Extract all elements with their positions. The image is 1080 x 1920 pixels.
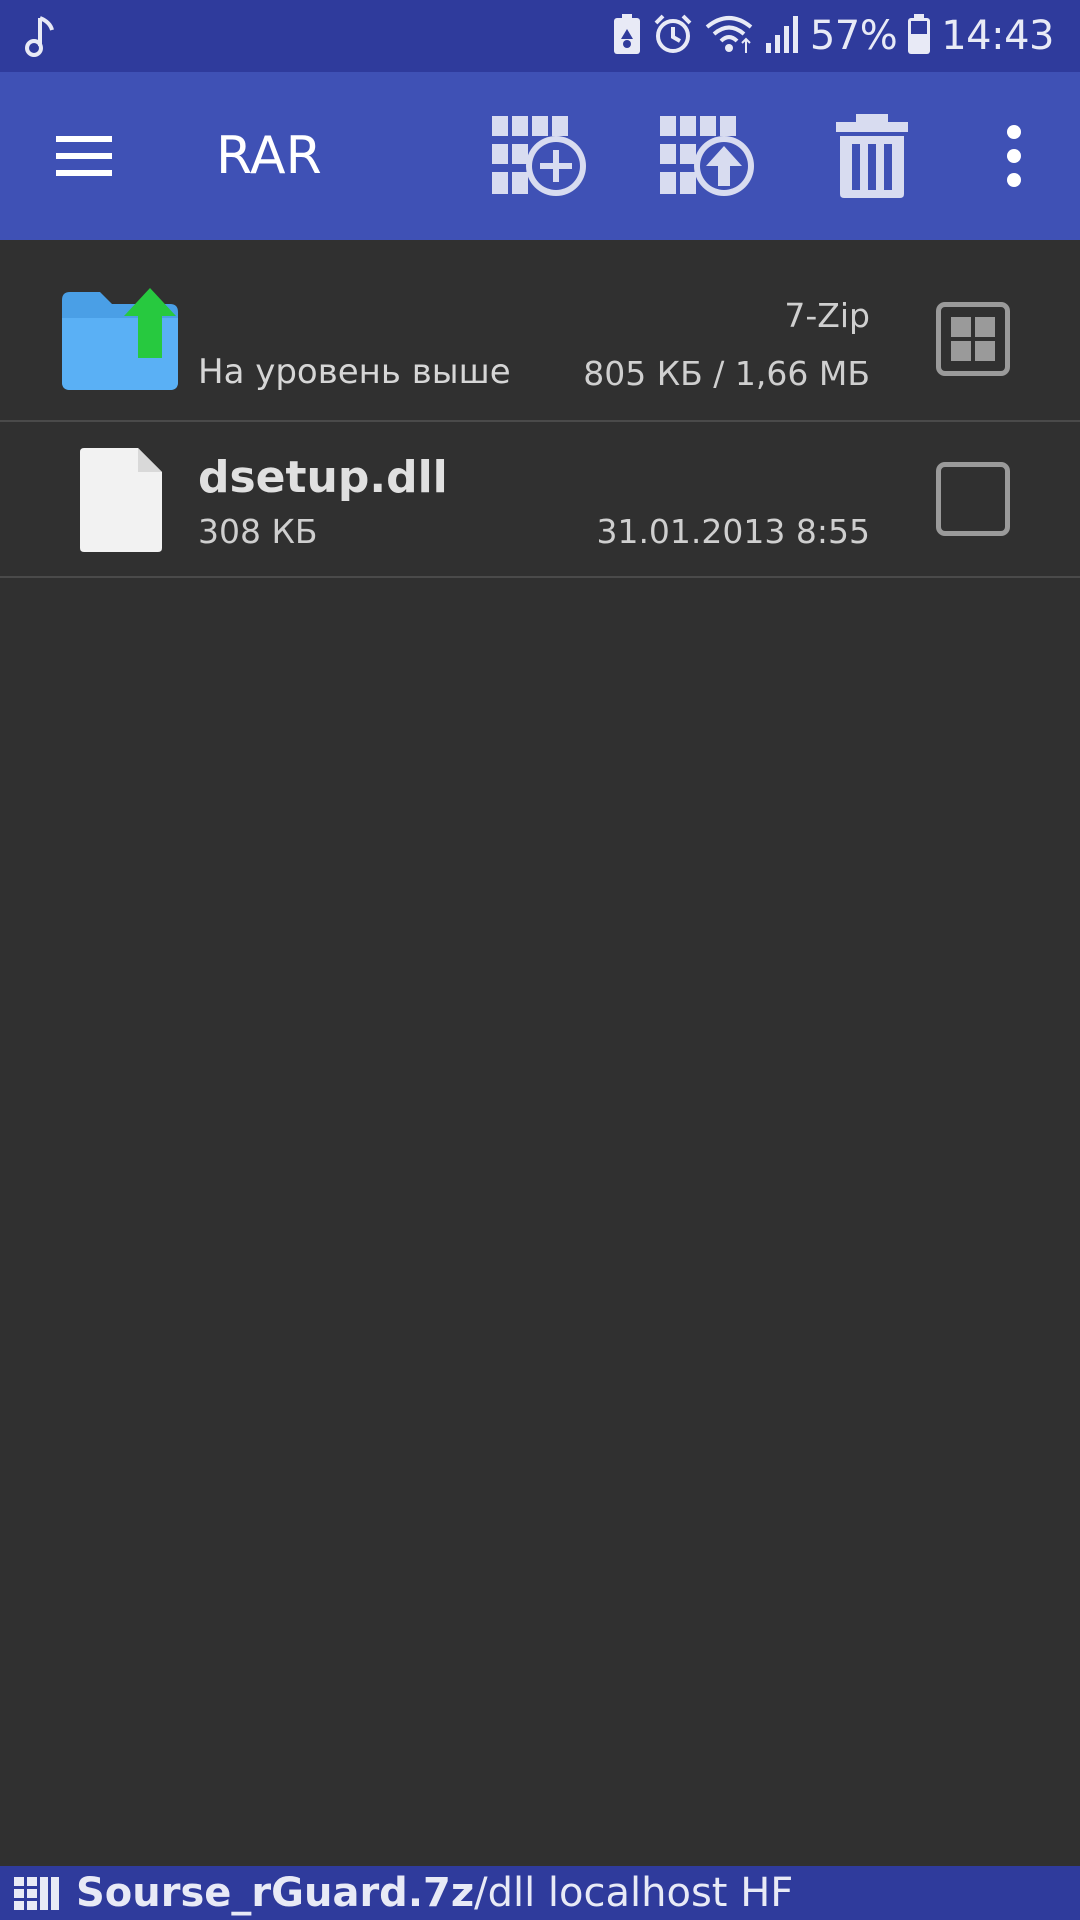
page-title: RAR — [216, 126, 322, 186]
delete-icon[interactable] — [832, 114, 912, 198]
battery-saver-icon — [612, 13, 642, 59]
clock: 14:43 — [941, 13, 1054, 59]
archive-icon — [14, 1873, 60, 1913]
battery-percent: 57% — [809, 13, 898, 59]
wifi-icon — [704, 13, 754, 59]
select-all-button[interactable] — [936, 302, 1010, 376]
archive-path: /dll localhost HF — [474, 1870, 794, 1916]
list-item[interactable]: dsetup.dll 308 КБ 31.01.2013 8:55 — [0, 422, 1080, 578]
more-vert-icon[interactable] — [1000, 114, 1030, 198]
archive-size-info: 805 КБ / 1,66 МБ — [583, 354, 870, 393]
file-size: 308 КБ — [198, 512, 318, 551]
battery-icon — [907, 13, 931, 59]
parent-folder-label: На уровень выше — [198, 352, 511, 392]
folder-up-icon — [60, 288, 180, 396]
file-list: На уровень выше 7-Zip 805 КБ / 1,66 МБ d… — [0, 240, 1080, 578]
file-date: 31.01.2013 8:55 — [596, 512, 870, 551]
status-bar-right: 57% 14:43 — [612, 0, 1054, 72]
path-bar: Sourse_rGuard.7z /dll localhost HF — [0, 1866, 1080, 1920]
menu-icon[interactable] — [54, 132, 114, 180]
archive-type: 7-Zip — [784, 296, 870, 335]
file-name: dsetup.dll — [198, 452, 448, 503]
alarm-icon — [652, 13, 694, 59]
file-icon — [78, 446, 164, 558]
screen: 57% 14:43 RAR На уровень выше 7-Zip 805 … — [0, 0, 1080, 1920]
status-bar: 57% 14:43 — [0, 0, 1080, 72]
item-checkbox[interactable] — [936, 462, 1010, 536]
signal-icon — [764, 13, 800, 59]
toolbar: RAR — [0, 72, 1080, 240]
music-note-icon — [22, 14, 62, 58]
archive-name: Sourse_rGuard.7z — [76, 1870, 475, 1916]
extract-icon[interactable] — [658, 114, 758, 198]
parent-folder-row[interactable]: На уровень выше 7-Zip 805 КБ / 1,66 МБ — [0, 240, 1080, 422]
add-to-archive-icon[interactable] — [490, 114, 590, 198]
